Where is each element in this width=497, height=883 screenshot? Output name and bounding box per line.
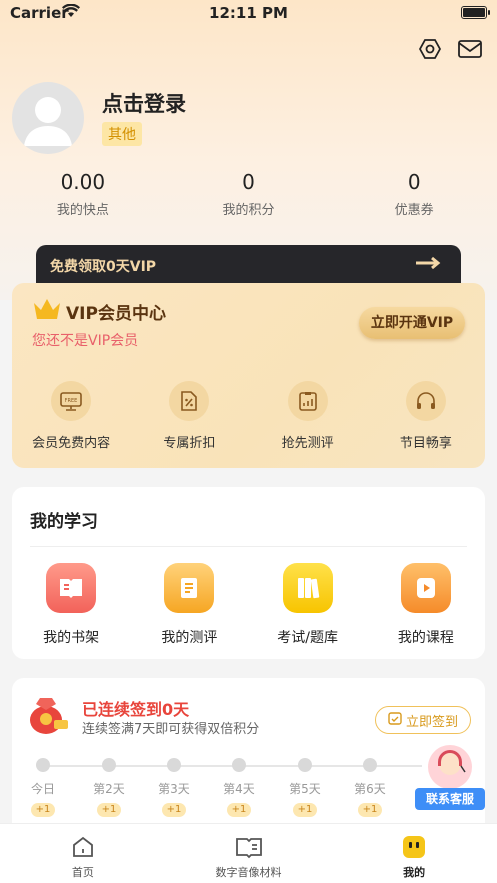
day-label: 今日 (30, 782, 55, 796)
play-icon (400, 563, 451, 613)
day-bonus: +1 (161, 803, 187, 817)
clock: 12:11 PM (209, 4, 288, 22)
stats-row: 0.00 我的快点 0 我的积分 0 优惠券 (0, 170, 497, 218)
signin-day: 第4天 +1 (214, 758, 264, 817)
settings-icon[interactable] (417, 36, 443, 62)
vip-center-card: VIP会员中心 您还不是VIP会员 立即开通VIP FREE 会员免费内容 专属… (12, 283, 485, 468)
day-dot (102, 758, 116, 772)
customer-service-label: 联系客服 (415, 788, 485, 810)
tab-home[interactable]: 首页 (0, 824, 166, 883)
books-icon (282, 563, 333, 613)
signin-day: 第5天 +1 (280, 758, 330, 817)
mail-icon[interactable] (457, 36, 483, 62)
signin-subtitle: 连续签满7天即可获得双倍积分 (82, 722, 260, 737)
study-item-courses[interactable]: 我的课程 (367, 563, 485, 647)
study-item-label: 我的书架 (43, 630, 100, 646)
home-icon (0, 832, 166, 862)
vip-feature-free-content[interactable]: FREE 会员免费内容 (12, 381, 130, 451)
day-label: 第4天 (223, 782, 255, 796)
vip-feature-programs[interactable]: 节目畅享 (367, 381, 485, 451)
bookshelf-icon (46, 563, 97, 613)
vip-free-banner[interactable]: 免费领取0天VIP (36, 245, 461, 285)
stat-label: 优惠券 (394, 203, 434, 218)
status-bar: Carrier 12:11 PM (0, 0, 497, 26)
day-dot (363, 758, 377, 772)
my-study-title: 我的学习 (30, 512, 98, 532)
customer-service-button[interactable]: 联系客服 (403, 742, 491, 810)
vip-feature-early-review[interactable]: 抢先测评 (249, 381, 367, 451)
signin-title: 已连续签到0天 (82, 700, 190, 719)
day-label: 第3天 (158, 782, 190, 796)
day-dot (36, 758, 50, 772)
login-link[interactable]: 点击登录 (102, 88, 186, 118)
stat-coupons[interactable]: 0 优惠券 (331, 170, 497, 218)
arrow-right-icon (415, 255, 443, 275)
stat-label: 我的积分 (222, 203, 275, 218)
tab-label: 我的 (403, 866, 426, 879)
open-vip-button[interactable]: 立即开通VIP (359, 307, 465, 339)
calendar-check-icon (388, 711, 402, 729)
vip-status-text: 您还不是VIP会员 (32, 333, 139, 349)
avatar[interactable] (12, 82, 84, 154)
stat-value: 0 (407, 170, 421, 194)
study-item-bookshelf[interactable]: 我的书架 (12, 563, 130, 647)
tab-digital-media[interactable]: 数字音像材料 (166, 824, 332, 883)
vip-feature-label: 抢先测评 (281, 436, 334, 451)
red-envelope-icon (26, 692, 70, 736)
book-open-icon (166, 832, 332, 862)
signin-day: 今日 +1 (18, 758, 68, 817)
study-items: 我的书架 我的测评 考试/题库 我的课程 (12, 563, 485, 647)
tab-bar: 首页 数字音像材料 我的 (0, 823, 497, 883)
stat-label: 我的快点 (56, 203, 109, 218)
day-dot (298, 758, 312, 772)
tab-label: 数字音像材料 (215, 866, 282, 879)
free-monitor-icon: FREE (51, 381, 92, 421)
day-label: 第6天 (354, 782, 386, 796)
battery-icon (461, 6, 490, 19)
vip-feature-label: 专属折扣 (163, 436, 216, 451)
day-label: 第5天 (289, 782, 321, 796)
profile-tab-icon (331, 832, 497, 862)
vip-feature-label: 节目畅享 (399, 436, 452, 451)
crown-icon (32, 297, 62, 325)
vip-feature-discount[interactable]: 专属折扣 (130, 381, 248, 451)
day-bonus: +1 (357, 803, 383, 817)
stat-value: 0 (242, 170, 255, 194)
day-dot (232, 758, 246, 772)
tab-label: 首页 (71, 866, 94, 879)
clipboard-chart-icon (287, 381, 328, 421)
study-item-label: 我的课程 (397, 630, 454, 646)
signin-day: 第3天 +1 (149, 758, 199, 817)
study-item-exam-bank[interactable]: 考试/题库 (249, 563, 367, 647)
day-dot (167, 758, 181, 772)
headphones-icon (405, 381, 446, 421)
stat-kuaidian[interactable]: 0.00 我的快点 (0, 170, 166, 218)
discount-icon (169, 381, 210, 421)
stat-points[interactable]: 0 我的积分 (166, 170, 332, 218)
vip-center-title: VIP会员中心 (66, 304, 166, 324)
user-tag: 其他 (102, 122, 142, 146)
vip-features: FREE 会员免费内容 专属折扣 抢先测评 节目畅享 (12, 381, 485, 451)
stat-value: 0.00 (60, 170, 106, 194)
day-bonus: +1 (292, 803, 318, 817)
tab-mine[interactable]: 我的 (331, 824, 497, 883)
study-item-evaluation[interactable]: 我的测评 (130, 563, 248, 647)
signin-day: 第2天 +1 (84, 758, 134, 817)
day-bonus: +1 (96, 803, 122, 817)
signin-button[interactable]: 立即签到 (375, 706, 471, 734)
vip-feature-label: 会员免费内容 (32, 436, 111, 451)
my-study-card: 我的学习 我的书架 我的测评 考试/题库 我的课程 (12, 487, 485, 659)
vip-banner-text: 免费领取0天VIP (50, 259, 157, 275)
study-item-label: 考试/题库 (277, 630, 338, 646)
day-label: 第2天 (93, 782, 125, 796)
svg-text:FREE: FREE (65, 398, 78, 404)
header-actions (417, 36, 483, 62)
day-bonus: +1 (226, 803, 252, 817)
signin-button-label: 立即签到 (405, 714, 458, 730)
signin-day: 第6天 +1 (345, 758, 395, 817)
study-item-label: 我的测评 (161, 630, 218, 646)
day-bonus: +1 (30, 803, 56, 817)
scroll-icon (164, 563, 215, 613)
divider (30, 546, 467, 547)
